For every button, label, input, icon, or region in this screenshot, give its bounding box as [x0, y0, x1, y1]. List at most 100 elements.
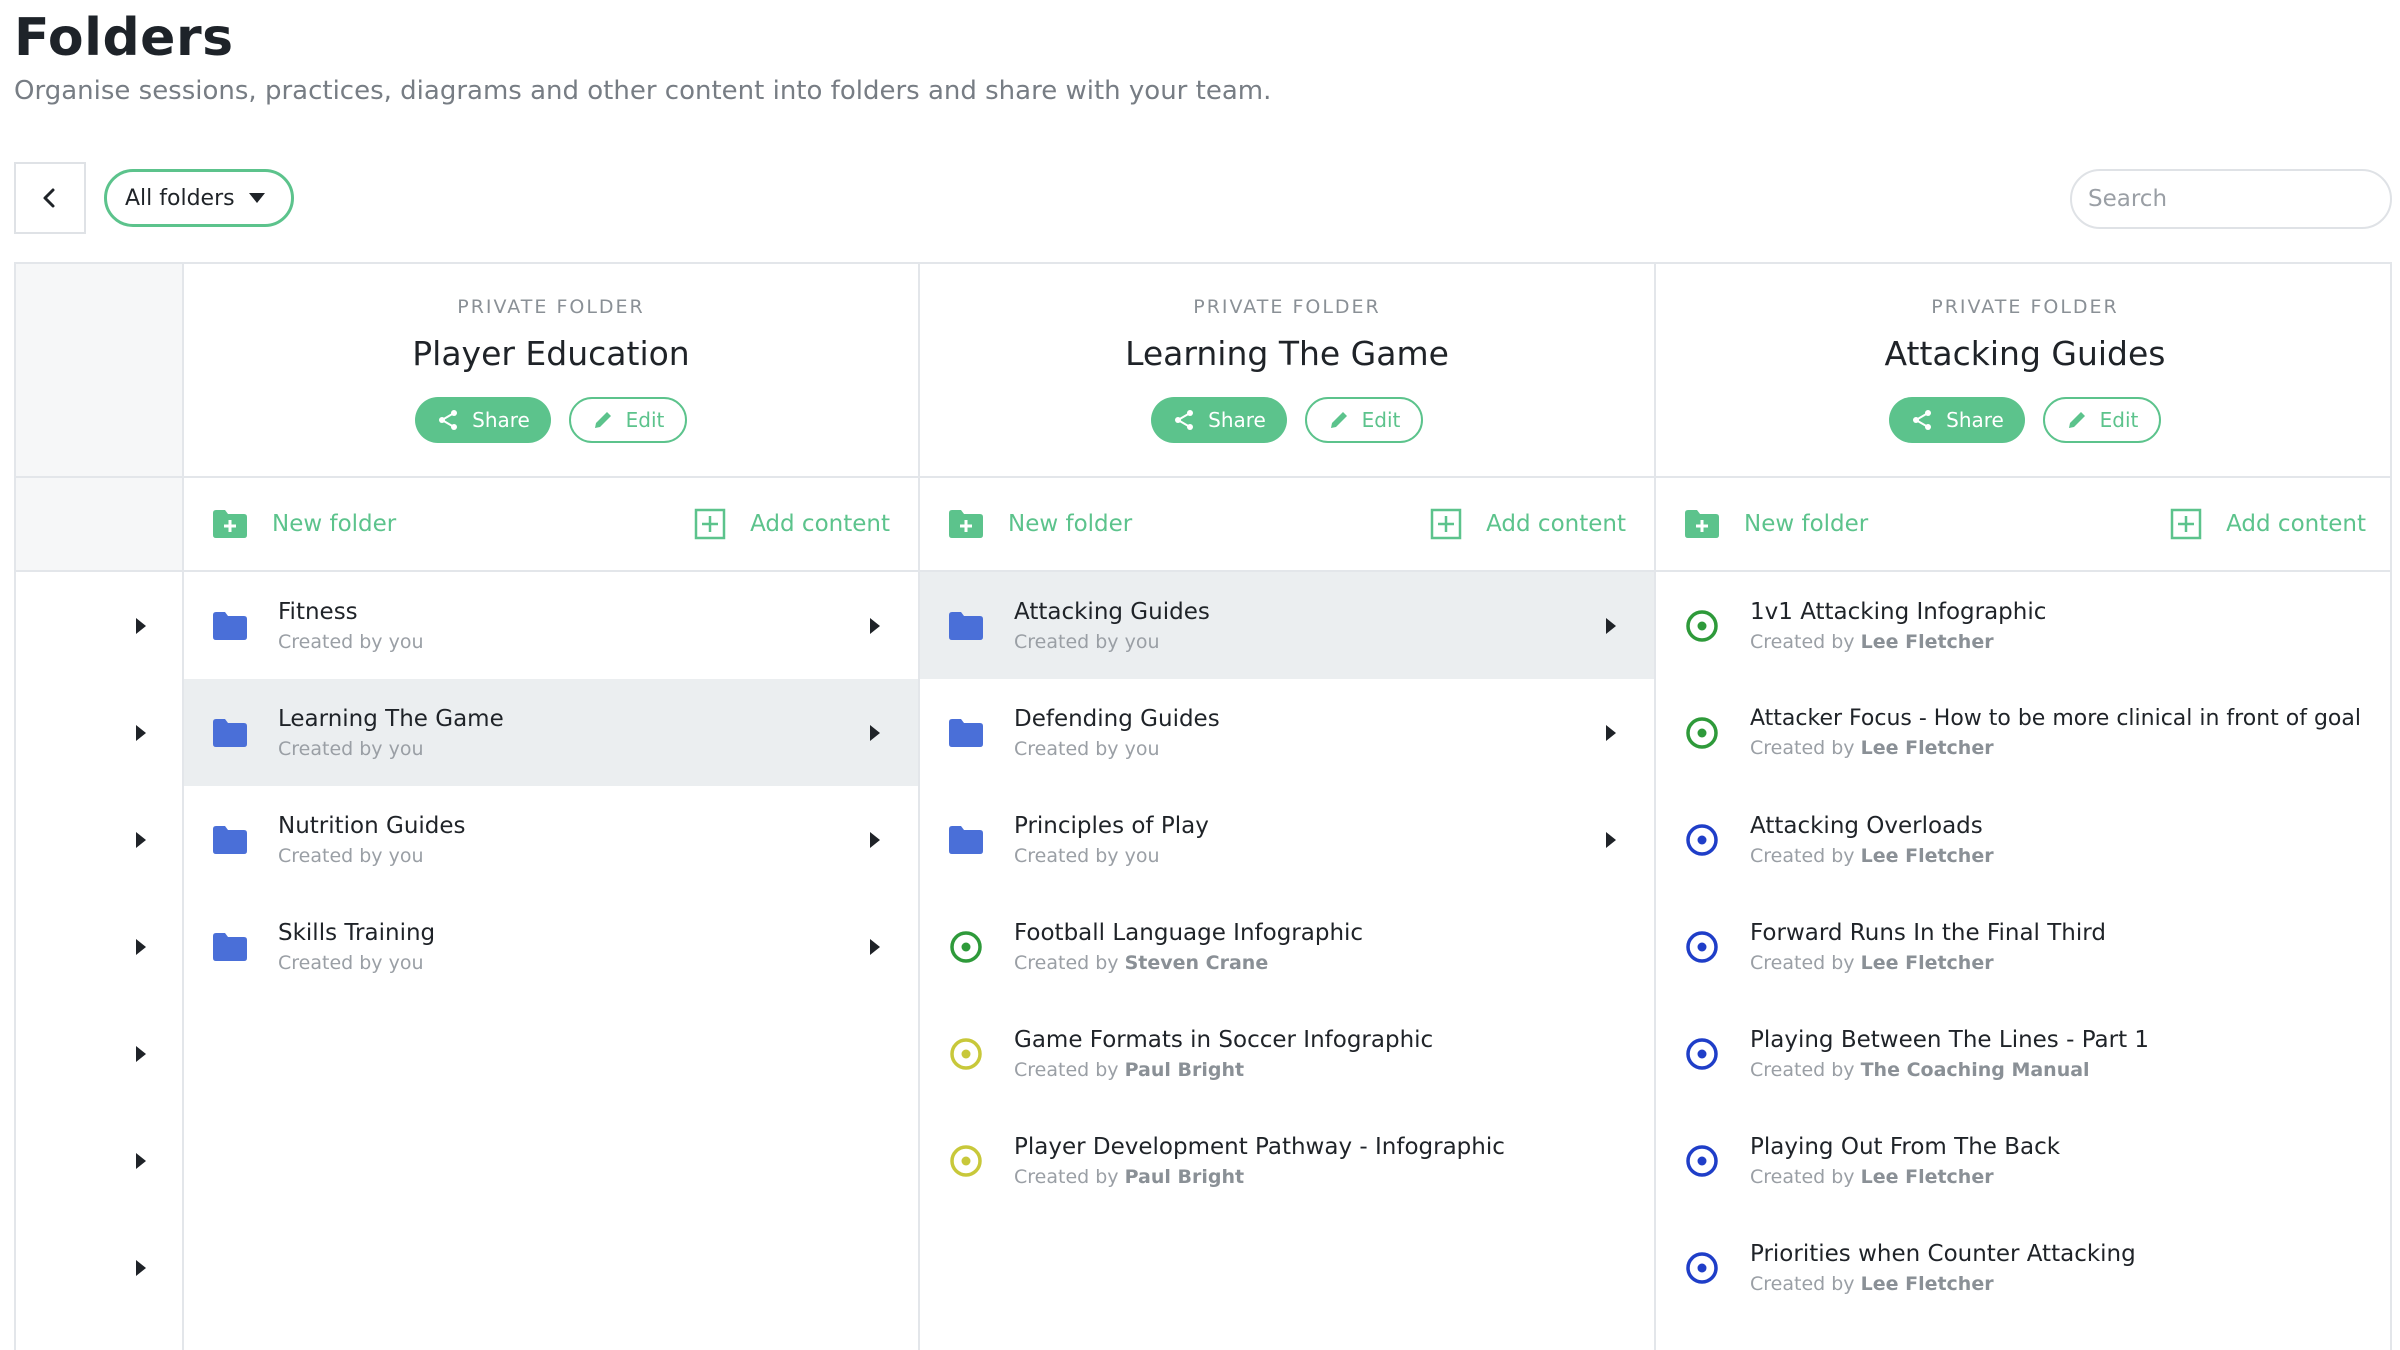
item-name: Skills Training [278, 919, 436, 946]
tree-expand-toggle[interactable] [16, 893, 182, 1000]
folder-title: Attacking Guides [1884, 334, 2166, 373]
item-meta: Created by you [278, 844, 424, 867]
add-content-button[interactable]: Add content [2170, 508, 2366, 540]
content-target-icon [1686, 1037, 1718, 1070]
edit-button[interactable]: Edit [1305, 397, 1423, 443]
item-name: Defending Guides [1014, 705, 1220, 732]
caret-right-icon [136, 724, 146, 741]
plus-square-icon [2170, 508, 2202, 540]
list-item[interactable]: Game Formats in Soccer Infographic Create… [920, 1000, 1654, 1107]
list-item[interactable]: Fitness Created by you [184, 572, 918, 679]
list-item[interactable]: Learning The Game Created by you [184, 679, 918, 786]
item-name: Forward Runs In the Final Third [1750, 919, 2106, 946]
new-folder-button[interactable]: New folder [948, 509, 1132, 539]
tree-expand-toggle[interactable] [16, 679, 182, 786]
share-button[interactable]: Share [1889, 397, 2025, 443]
folder-tree-gutter [16, 264, 184, 1350]
tree-expand-toggle[interactable] [16, 1107, 182, 1214]
item-name: Game Formats in Soccer Infographic [1014, 1026, 1434, 1053]
new-folder-button[interactable]: New folder [1684, 509, 1868, 539]
item-meta: Created by you [1014, 844, 1160, 867]
share-icon [1913, 410, 1932, 430]
list-item[interactable]: Forward Runs In the Final Third Created b… [1656, 893, 2390, 1000]
content-target-icon [1686, 609, 1718, 642]
folder-icon [949, 718, 983, 747]
list-item[interactable]: Player Development Pathway - Infographic… [920, 1107, 1654, 1214]
search-input[interactable] [2070, 169, 2392, 229]
pencil-icon [594, 412, 611, 428]
item-name: Nutrition Guides [278, 812, 466, 839]
item-meta: Created by you [1014, 737, 1160, 760]
item-meta: Created by The Coaching Manual [1750, 1058, 2090, 1081]
folder-column-player-education: PRIVATE FOLDER Player Education Share Ed… [184, 264, 920, 1350]
caret-right-icon [1606, 724, 1616, 741]
caret-right-icon [136, 1152, 146, 1169]
add-content-button[interactable]: Add content [1430, 508, 1626, 540]
content-target-icon [950, 1037, 982, 1070]
folder-icon [949, 611, 983, 640]
content-target-icon [1686, 716, 1718, 749]
share-button[interactable]: Share [415, 397, 551, 443]
folder-column-attacking-guides: PRIVATE FOLDER Attacking Guides Share Ed… [1656, 264, 2390, 1350]
list-item[interactable]: 1v1 Attacking Infographic Created by Lee … [1656, 572, 2390, 679]
item-meta: Created by you [1014, 630, 1160, 653]
item-name: Principles of Play [1014, 812, 1209, 839]
tree-expand-toggle[interactable] [16, 1000, 182, 1107]
caret-right-icon [1606, 831, 1616, 848]
pencil-icon [1330, 412, 1347, 428]
folder-filter-label: All folders [125, 185, 235, 211]
caret-right-icon [870, 724, 880, 741]
back-button[interactable] [14, 162, 86, 234]
item-meta: Created by Paul Bright [1014, 1058, 1245, 1081]
item-name: Attacking Overloads [1750, 812, 1983, 839]
list-item[interactable]: Football Language Infographic Created by … [920, 893, 1654, 1000]
folder-plus-icon [213, 510, 247, 538]
folder-icon [949, 825, 983, 854]
folder-title: Learning The Game [1125, 334, 1449, 373]
list-item[interactable]: Attacker Focus - How to be more clinical… [1656, 679, 2390, 786]
folder-filter-dropdown[interactable]: All folders [104, 169, 294, 227]
item-name: Attacking Guides [1014, 598, 1210, 625]
item-meta: Created by Lee Fletcher [1750, 1272, 1994, 1295]
tree-expand-toggle[interactable] [16, 572, 182, 679]
list-item[interactable]: Playing Out From The Back Created by Lee … [1656, 1107, 2390, 1214]
list-item[interactable]: Principles of Play Created by you [920, 786, 1654, 893]
item-name: Attacker Focus - How to be more clinical… [1750, 706, 2361, 731]
list-item[interactable]: Skills Training Created by you [184, 893, 918, 1000]
edit-button[interactable]: Edit [569, 397, 687, 443]
folder-type-label: PRIVATE FOLDER [1931, 296, 2119, 318]
caret-right-icon [136, 617, 146, 634]
folder-browser: PRIVATE FOLDER Player Education Share Ed… [14, 262, 2392, 1350]
edit-button[interactable]: Edit [2043, 397, 2161, 443]
content-target-icon [1686, 1144, 1718, 1177]
list-item[interactable]: Nutrition Guides Created by you [184, 786, 918, 893]
caret-down-icon [248, 193, 265, 203]
share-button[interactable]: Share [1151, 397, 1287, 443]
caret-right-icon [870, 938, 880, 955]
folder-title: Player Education [412, 334, 690, 373]
caret-right-icon [136, 1259, 146, 1276]
list-item[interactable]: Defending Guides Created by you [920, 679, 1654, 786]
content-target-icon [950, 1144, 982, 1177]
item-meta: Created by Steven Crane [1014, 951, 1269, 974]
folder-icon [213, 718, 247, 747]
add-content-button[interactable]: Add content [694, 508, 890, 540]
share-icon [1175, 410, 1194, 430]
list-item[interactable]: Priorities when Counter Attacking Created… [1656, 1214, 2390, 1321]
folder-plus-icon [1685, 510, 1719, 538]
tree-expand-toggle[interactable] [16, 1214, 182, 1321]
share-icon [439, 410, 458, 430]
list-item[interactable]: Playing Between The Lines - Part 1 Create… [1656, 1000, 2390, 1107]
tree-expand-toggle[interactable] [16, 786, 182, 893]
list-item[interactable]: Attacking Overloads Created by Lee Fletch… [1656, 786, 2390, 893]
caret-right-icon [136, 1045, 146, 1062]
folder-icon [213, 611, 247, 640]
content-target-icon [1686, 930, 1718, 963]
folder-plus-icon [949, 510, 983, 538]
item-name: Fitness [278, 598, 358, 625]
item-name: 1v1 Attacking Infographic [1750, 598, 2047, 625]
folder-toolbar: New folder Add content [1656, 478, 2390, 572]
new-folder-button[interactable]: New folder [212, 509, 396, 539]
list-item[interactable]: Attacking Guides Created by you [920, 572, 1654, 679]
content-target-icon [1686, 823, 1718, 856]
